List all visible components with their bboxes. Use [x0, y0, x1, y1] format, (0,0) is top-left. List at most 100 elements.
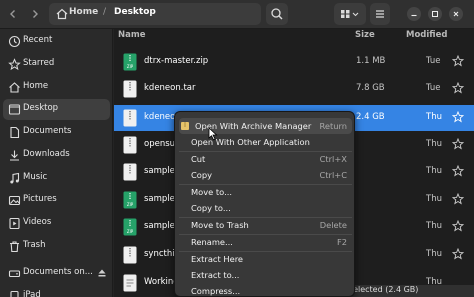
sidebar-item-starred[interactable]: Starred	[3, 54, 110, 75]
sidebar-item-ipad[interactable]: iPad	[3, 286, 110, 297]
svg-text:ZIP: ZIP	[127, 202, 134, 207]
tablet-icon	[10, 290, 19, 297]
file-modified: Thu	[426, 112, 442, 122]
file-name: kdeneon.tar	[144, 83, 196, 93]
sidebar-item-label: iPad	[23, 290, 41, 297]
sidebar: Recent Starred Home Desktop Documents Do…	[0, 29, 113, 297]
menu-item-move-to-trash[interactable]: Move to Trash Delete	[179, 217, 352, 233]
archive-icon	[123, 109, 137, 127]
minimize-button[interactable]	[407, 7, 421, 21]
menu-item-label: Rename...	[191, 237, 233, 247]
column-name-header[interactable]: Name	[118, 30, 145, 40]
star-icon[interactable]	[452, 111, 464, 123]
sidebar-item-documents-on[interactable]: Documents on...	[3, 263, 110, 284]
file-modified: Thu	[426, 166, 442, 176]
menu-item-shortcut: Ctrl+X	[319, 154, 347, 164]
table-row[interactable]: ZIP dtrx-master.zip 1.1 MB Tue	[114, 49, 474, 75]
eject-icon[interactable]	[96, 267, 108, 279]
svg-text:ZIP: ZIP	[127, 229, 134, 234]
star-icon[interactable]	[452, 165, 464, 177]
sidebar-item-label: Home	[23, 81, 49, 91]
home-icon	[56, 8, 68, 20]
download-icon	[10, 150, 19, 161]
sidebar-item-label: Downloads	[23, 149, 70, 159]
star-icon[interactable]	[452, 82, 464, 94]
sidebar-item-downloads[interactable]: Downloads	[3, 145, 110, 166]
menu-item-move-to[interactable]: Move to...	[179, 184, 352, 200]
file-size: 1.1 MB	[356, 56, 386, 66]
hamburger-menu-icon	[376, 10, 384, 18]
sidebar-item-home[interactable]: Home	[3, 77, 110, 98]
path-bar[interactable]: Home / Desktop	[49, 3, 261, 25]
column-size-header[interactable]: Size	[355, 30, 375, 40]
menu-item-copy-to[interactable]: Copy to...	[179, 200, 352, 216]
column-modified-header[interactable]: Modified	[406, 30, 447, 40]
menu-item-label: Extract Here	[191, 254, 244, 264]
menu-item-open-with-archive-manager[interactable]: Open With Archive Manager Return	[179, 118, 352, 134]
archive-icon	[123, 163, 137, 181]
star-icon[interactable]	[452, 55, 464, 67]
back-button[interactable]	[3, 3, 23, 25]
sidebar-item-documents[interactable]: Documents	[3, 122, 110, 143]
search-button[interactable]	[266, 3, 288, 25]
zip-icon: ZIP	[123, 218, 137, 236]
close-button[interactable]	[449, 7, 463, 21]
clock-icon	[8, 35, 21, 48]
sidebar-item-label: Documents	[23, 126, 72, 136]
table-row[interactable]: kdeneon.tar 7.8 GB Tue	[114, 76, 474, 102]
desktop-icon	[8, 104, 21, 115]
drive-icon	[8, 270, 21, 278]
forward-button[interactable]	[25, 3, 45, 25]
archive-icon	[123, 136, 137, 154]
sidebar-item-music[interactable]: Music	[3, 168, 110, 189]
menu-item-rename[interactable]: Rename... F2	[179, 234, 352, 250]
archive-icon	[123, 80, 137, 98]
star-icon[interactable]	[452, 220, 464, 232]
menu-item-label: Copy to...	[191, 203, 231, 213]
mouse-cursor-icon	[208, 127, 218, 141]
menu-item-label: Compress...	[191, 286, 241, 296]
menu-item-shortcut: F2	[336, 237, 347, 247]
maximize-icon	[432, 11, 438, 17]
trash-icon	[10, 241, 19, 253]
maximize-button[interactable]	[428, 7, 442, 21]
menu-item-open-with-other-application[interactable]: Open With Other Application	[179, 134, 352, 150]
music-icon	[10, 172, 20, 184]
sidebar-item-trash[interactable]: Trash	[3, 236, 110, 257]
archive-manager-icon	[181, 122, 189, 130]
menu-item-shortcut: Return	[319, 121, 347, 131]
menu-item-extract-here[interactable]: Extract Here	[179, 251, 352, 267]
video-icon	[9, 217, 20, 230]
sidebar-item-recent[interactable]: Recent	[3, 31, 110, 52]
sidebar-item-label: Recent	[23, 35, 53, 45]
menu-item-extract-to[interactable]: Extract to...	[179, 267, 352, 283]
chevron-right-icon	[33, 10, 38, 18]
breadcrumb-current[interactable]: Desktop	[114, 7, 156, 17]
star-icon[interactable]	[452, 248, 464, 260]
close-icon	[453, 11, 459, 17]
menu-item-label: Cut	[191, 154, 206, 164]
sidebar-item-videos[interactable]: Videos	[3, 213, 110, 234]
file-name: dtrx-master.zip	[144, 56, 209, 66]
view-options-button[interactable]	[334, 3, 366, 25]
sidebar-item-label: Starred	[23, 58, 55, 68]
menu-item-label: Copy	[191, 170, 213, 180]
sidebar-item-label: Desktop	[23, 103, 59, 113]
picture-icon	[8, 195, 21, 206]
star-icon	[8, 58, 21, 71]
menu-item-label: Move to...	[191, 187, 232, 197]
file-modified: Thu	[426, 139, 442, 149]
document-icon	[123, 274, 137, 292]
menu-item-cut[interactable]: Cut Ctrl+X	[179, 151, 352, 167]
grid-view-icon	[341, 10, 359, 18]
menu-button[interactable]	[370, 3, 390, 25]
sidebar-item-label: Trash	[23, 240, 46, 250]
star-icon[interactable]	[452, 193, 464, 205]
sidebar-item-pictures[interactable]: Pictures	[3, 190, 110, 211]
sidebar-item-desktop[interactable]: Desktop	[3, 99, 110, 120]
breadcrumb-separator: /	[103, 7, 107, 17]
menu-item-copy[interactable]: Copy Ctrl+C	[179, 167, 352, 183]
star-icon[interactable]	[452, 138, 464, 150]
menu-item-compress[interactable]: Compress...	[179, 283, 352, 296]
breadcrumb-home[interactable]: Home	[69, 7, 98, 17]
